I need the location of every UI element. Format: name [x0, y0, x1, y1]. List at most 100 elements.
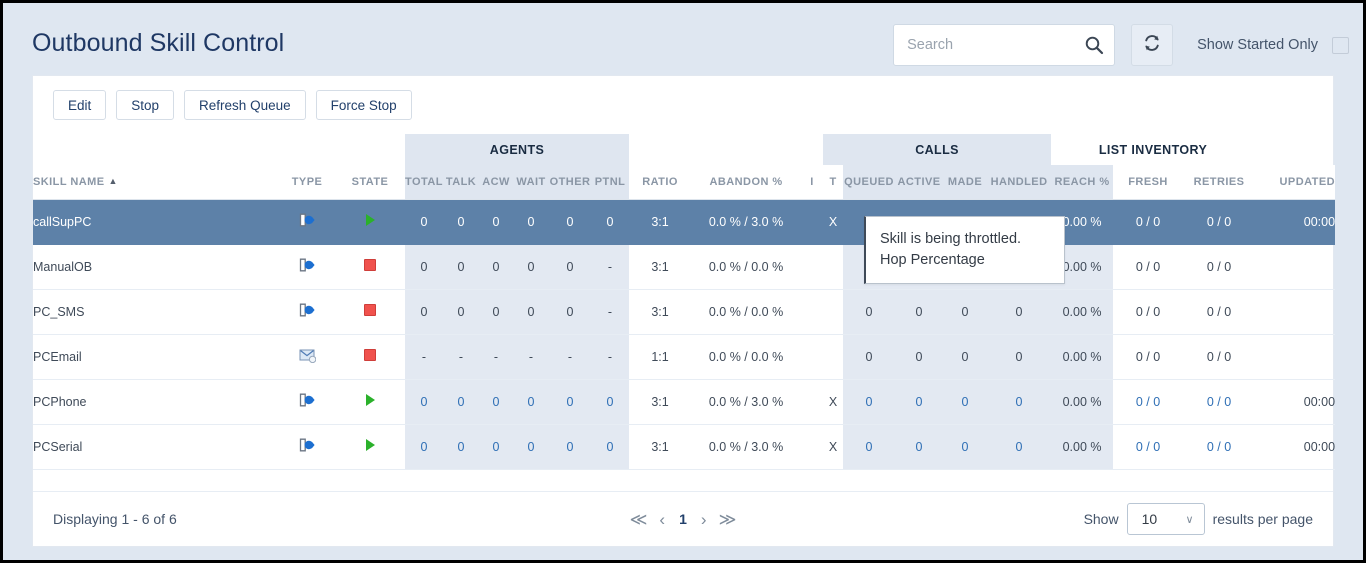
- page-number-1[interactable]: 1: [677, 511, 689, 527]
- value-link[interactable]: 0 / 0: [1136, 215, 1160, 229]
- value-link[interactable]: 0: [493, 215, 500, 229]
- cell-state[interactable]: [335, 334, 405, 380]
- col-handled[interactable]: HANDLED: [987, 165, 1052, 200]
- value-link[interactable]: 0: [866, 395, 873, 409]
- table-row[interactable]: PCSerial 0 0 0 0 0 0 3:1 0.0 % / 3.0 % X 0 0 0 0 0.00 …: [33, 424, 1336, 470]
- col-ratio[interactable]: RATIO: [629, 165, 692, 200]
- cell-fresh: 0 / 0: [1113, 289, 1184, 335]
- cell-queued: 0: [843, 424, 896, 470]
- value-link[interactable]: 0: [493, 440, 500, 454]
- cell-abandon: 0.0 % / 3.0 %: [691, 199, 802, 245]
- table-row[interactable]: PC_SMS 0 0 0 0 0-3:1 0.0 % / 0.0 % 0 0 0 0 0.00 % 0 …: [33, 289, 1336, 335]
- col-t[interactable]: T: [823, 165, 844, 200]
- refresh-queue-button[interactable]: Refresh Queue: [184, 90, 306, 120]
- cell-total: 0: [405, 199, 443, 245]
- cell-reach: 0.00 %: [1051, 289, 1114, 335]
- col-made[interactable]: MADE: [943, 165, 988, 200]
- value-link[interactable]: 0: [916, 440, 923, 454]
- value-link[interactable]: 0: [528, 395, 535, 409]
- col-type[interactable]: TYPE: [279, 165, 335, 200]
- col-i[interactable]: I: [801, 165, 824, 200]
- value-link[interactable]: 0: [607, 215, 614, 229]
- cell-state[interactable]: [335, 379, 405, 425]
- edit-button[interactable]: Edit: [53, 90, 107, 120]
- show-started-only-checkbox[interactable]: [1332, 36, 1349, 54]
- cell-active: 0: [895, 424, 944, 470]
- value-link[interactable]: 0: [1016, 395, 1023, 409]
- table-row[interactable]: PCEmail - - - - - -1:1 0.0 % / 0.0 % 0 0 0 0 0.00 % 0…: [33, 334, 1336, 380]
- last-page-button[interactable]: ≫: [719, 511, 737, 528]
- group-list-inventory: LIST INVENTORY: [1051, 134, 1256, 165]
- col-queued[interactable]: QUEUED: [843, 165, 896, 200]
- value-link[interactable]: 0: [528, 215, 535, 229]
- stop-icon: [364, 349, 376, 361]
- col-abandon[interactable]: ABANDON %: [691, 165, 802, 200]
- value-link[interactable]: 0: [458, 215, 465, 229]
- col-wait[interactable]: WAIT: [513, 165, 549, 200]
- table-footer: Displaying 1 - 6 of 6 ≪ ‹ 1 › ≫ Show 10 …: [33, 491, 1333, 546]
- refresh-button[interactable]: [1131, 24, 1174, 66]
- next-page-button[interactable]: ›: [701, 511, 707, 528]
- value-link[interactable]: 0: [421, 440, 428, 454]
- cell-talk: 0: [443, 199, 479, 245]
- col-other[interactable]: OTHER: [549, 165, 591, 200]
- col-skill-name[interactable]: SKILL NAME ▲: [33, 165, 279, 200]
- cell-skill-name: PC_SMS: [33, 289, 279, 335]
- value-link[interactable]: 0: [458, 440, 465, 454]
- page-size-select[interactable]: 10 ∨: [1126, 503, 1205, 535]
- col-fresh[interactable]: FRESH: [1113, 165, 1184, 200]
- sort-asc-icon: ▲: [108, 175, 118, 186]
- col-retries[interactable]: RETRIES: [1183, 165, 1256, 200]
- first-page-button[interactable]: ≪: [630, 511, 648, 528]
- value-link[interactable]: 0: [567, 215, 574, 229]
- value-link[interactable]: 0 / 0: [1136, 395, 1160, 409]
- cell-total: 0: [405, 289, 443, 335]
- cell-wait: 0: [513, 244, 549, 290]
- col-talk[interactable]: TALK: [443, 165, 479, 200]
- col-updated[interactable]: UPDATED: [1255, 165, 1336, 200]
- value-link[interactable]: 0: [962, 395, 969, 409]
- stop-button[interactable]: Stop: [116, 90, 175, 120]
- cell-state[interactable]: [335, 289, 405, 335]
- value-link[interactable]: 0 / 0: [1207, 440, 1231, 454]
- value-link[interactable]: 0: [607, 395, 614, 409]
- cell-updated: 00:00: [1255, 424, 1336, 470]
- prev-page-button[interactable]: ‹: [659, 511, 665, 528]
- table-body: callSupPC0000003:10.0 % / 3.0 %X00000.00…: [33, 199, 1336, 470]
- search-box[interactable]: [893, 24, 1129, 66]
- cell-ratio: 3:1: [629, 199, 692, 245]
- value-link[interactable]: 0: [567, 440, 574, 454]
- table-row[interactable]: ManualOB00000-3:10.0 % / 0.0 %00000.00 %…: [33, 244, 1336, 290]
- cell-state[interactable]: [335, 244, 405, 290]
- col-acw[interactable]: ACW: [479, 165, 513, 200]
- col-state[interactable]: STATE: [335, 165, 405, 200]
- col-skill-name-label: SKILL NAME: [33, 175, 105, 188]
- value-link[interactable]: 0: [607, 440, 614, 454]
- value-link[interactable]: 0: [567, 395, 574, 409]
- table-row[interactable]: PCPhone 0 0 0 0 0 0 3:1 0.0 % / 3.0 % X 0 0 0 0 0.00 %…: [33, 379, 1336, 425]
- value-link[interactable]: 0 / 0: [1207, 215, 1231, 229]
- value-link[interactable]: 0 / 0: [1207, 395, 1231, 409]
- value-link[interactable]: 0: [866, 440, 873, 454]
- value-link[interactable]: 0: [458, 395, 465, 409]
- col-ptnl[interactable]: PTNL: [591, 165, 630, 200]
- results-per-page-label: results per page: [1212, 511, 1313, 527]
- col-reach[interactable]: REACH %: [1051, 165, 1114, 200]
- cell-active: 0: [895, 289, 944, 335]
- value-link[interactable]: 0: [962, 440, 969, 454]
- force-stop-button[interactable]: Force Stop: [315, 90, 412, 120]
- value-link[interactable]: 0: [421, 395, 428, 409]
- value-link[interactable]: 0 / 0: [1136, 440, 1160, 454]
- cell-type: [279, 244, 335, 290]
- cell-state[interactable]: [335, 424, 405, 470]
- value-link[interactable]: 0: [421, 215, 428, 229]
- value-link[interactable]: 0: [1016, 440, 1023, 454]
- value-link[interactable]: 0: [916, 395, 923, 409]
- col-active[interactable]: ACTIVE: [895, 165, 944, 200]
- col-total[interactable]: TOTAL: [405, 165, 443, 200]
- table-row[interactable]: callSupPC0000003:10.0 % / 3.0 %X00000.00…: [33, 199, 1336, 245]
- cell-state[interactable]: [335, 199, 405, 245]
- value-link[interactable]: 0: [528, 440, 535, 454]
- value-link[interactable]: 0: [493, 395, 500, 409]
- search-icon[interactable]: [1084, 35, 1104, 55]
